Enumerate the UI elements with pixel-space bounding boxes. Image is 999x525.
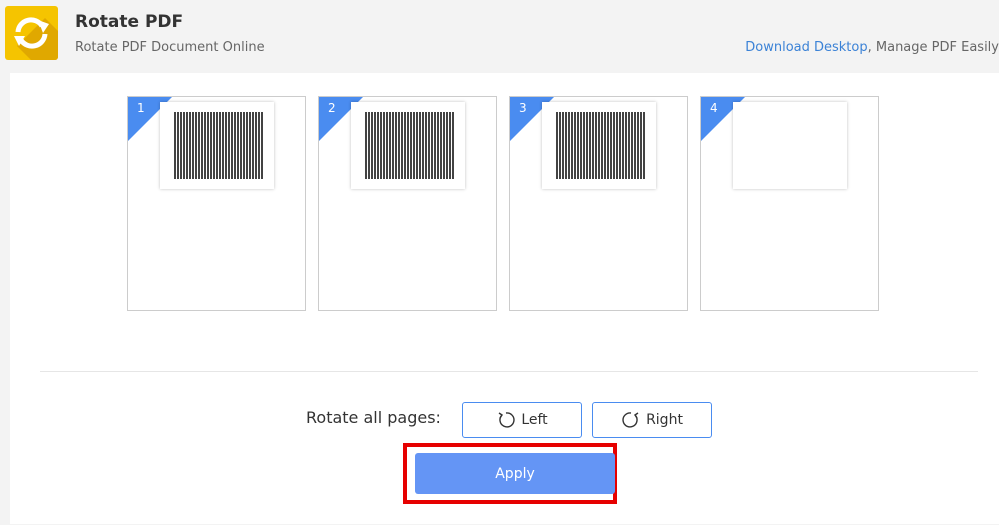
page-thumbnail <box>160 102 274 189</box>
apply-highlight: Apply <box>403 443 617 504</box>
text-lines <box>365 112 455 179</box>
page-number: 3 <box>519 101 527 115</box>
page-card[interactable]: 2 <box>318 96 497 311</box>
rotate-right-icon <box>622 412 639 428</box>
rotate-left-button[interactable]: Left <box>462 402 582 438</box>
page-number: 2 <box>328 101 336 115</box>
promo-text: Download Desktop, Manage PDF Easily <box>745 40 999 55</box>
page-number: 1 <box>137 101 145 115</box>
download-desktop-link[interactable]: Download Desktop <box>745 40 867 55</box>
apply-button[interactable]: Apply <box>415 453 615 494</box>
page-thumbnail <box>351 102 465 189</box>
rotate-all-label: Rotate all pages: <box>306 408 441 427</box>
page-card[interactable]: 4 <box>700 96 879 311</box>
rotate-right-button[interactable]: Right <box>592 402 712 438</box>
rotate-right-label: Right <box>646 412 683 428</box>
promo-suffix: , Manage PDF Easily <box>867 40 999 55</box>
rotate-left-label: Left <box>521 412 548 428</box>
rotate-left-icon <box>498 412 515 428</box>
rotate-icon <box>14 17 58 60</box>
page-title: Rotate PDF <box>75 12 184 32</box>
page-card[interactable]: 1 <box>127 96 306 311</box>
app-logo <box>5 6 58 60</box>
page-thumbnail <box>542 102 656 189</box>
page-subtitle: Rotate PDF Document Online <box>75 40 265 55</box>
text-lines <box>556 112 646 179</box>
page-thumbnail <box>733 102 847 189</box>
page-number: 4 <box>710 101 718 115</box>
text-lines <box>174 112 264 179</box>
divider <box>40 371 978 372</box>
main-panel: 1 2 3 4 Rotate all pages: Left Right App… <box>10 73 999 524</box>
page-card[interactable]: 3 <box>509 96 688 311</box>
